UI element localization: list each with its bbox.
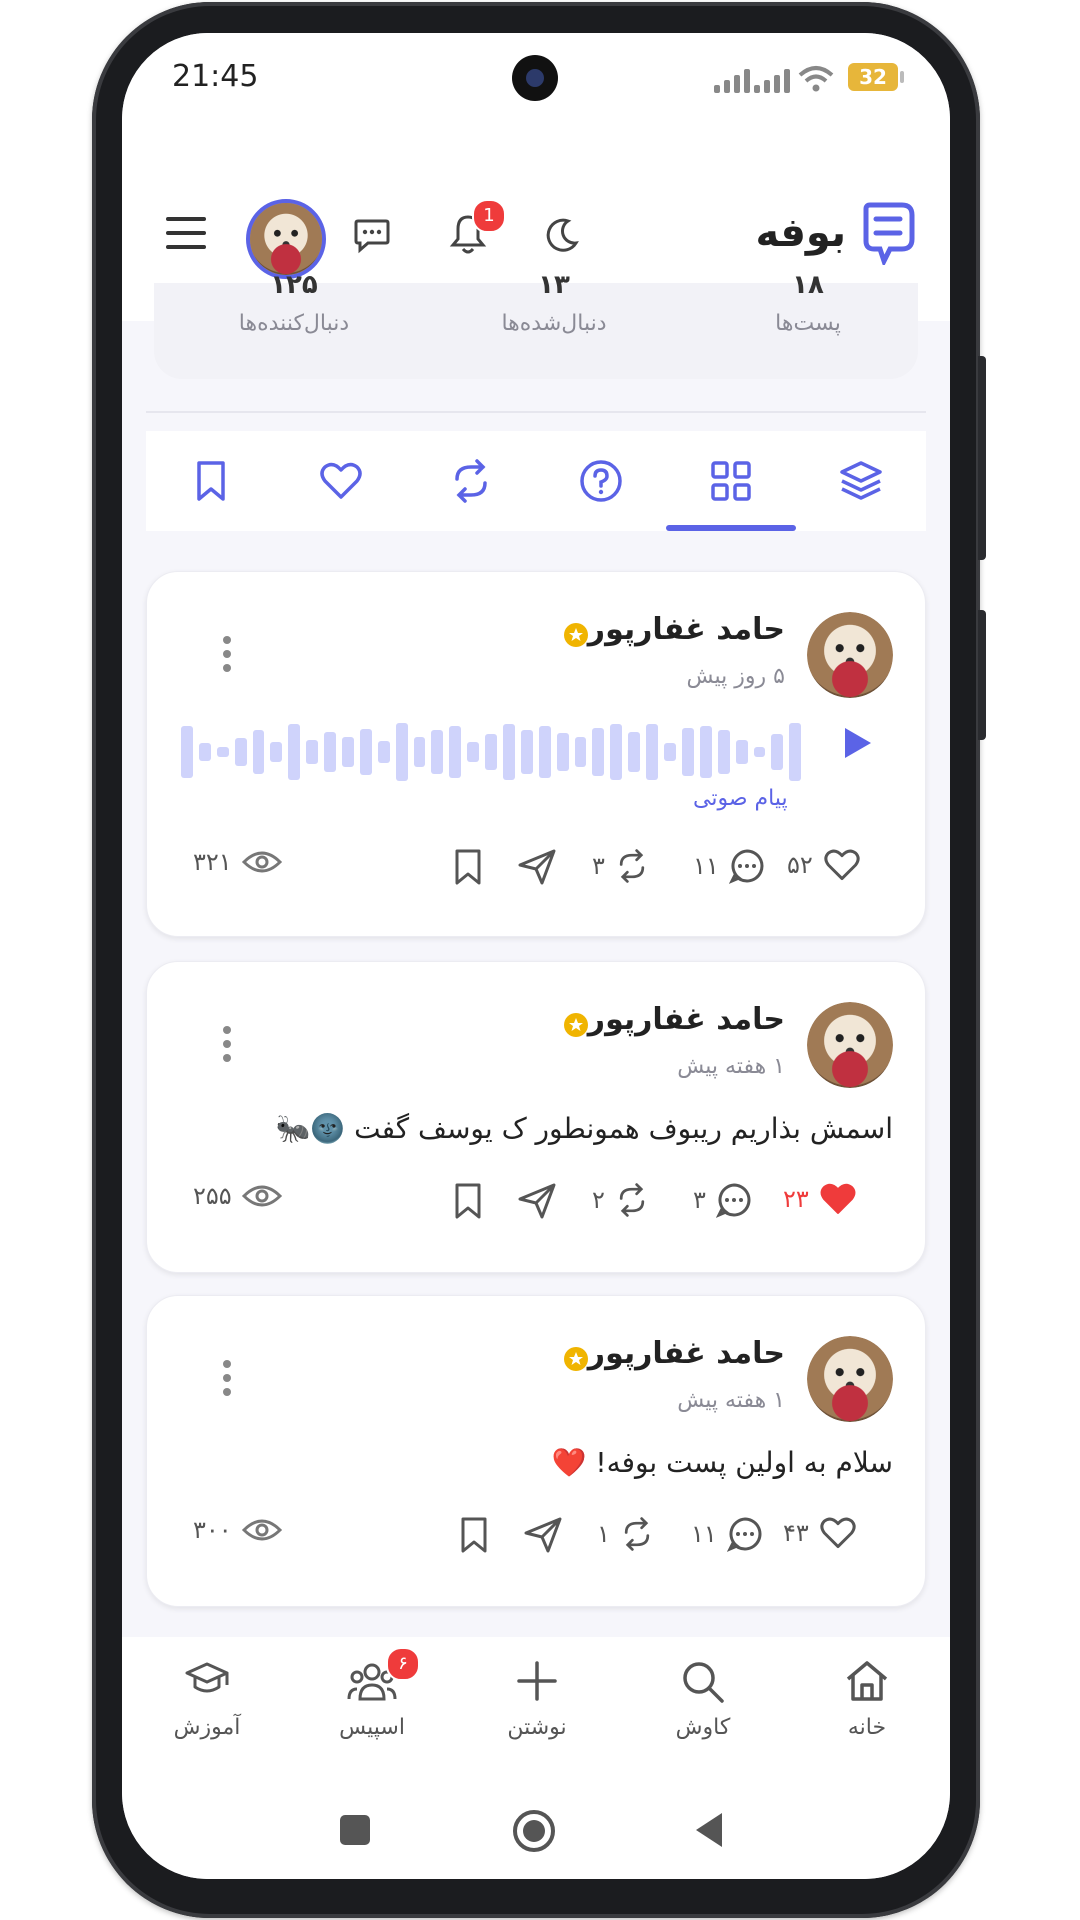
heart-filled-icon [820, 1183, 856, 1214]
like-button[interactable]: ۵۲ [787, 848, 861, 882]
nav-write[interactable]: نوشتن [472, 1659, 602, 1740]
dark-mode-icon[interactable] [542, 215, 582, 259]
front-camera [512, 55, 558, 101]
share-button[interactable] [517, 1182, 557, 1220]
verified-badge-icon [564, 623, 588, 647]
post-time: ۱ هفته پیش [677, 1388, 785, 1413]
post-time: ۱ هفته پیش [677, 1054, 785, 1079]
like-button[interactable]: ۴۳ [783, 1516, 857, 1550]
author-name[interactable]: حامد غفارپور [588, 1002, 785, 1037]
brand[interactable]: بوفه [755, 201, 918, 265]
share-button[interactable] [523, 1516, 563, 1554]
bottom-navigation: آموزش اسپیس ۶ نوشتن کاوش خانه [122, 1637, 950, 1779]
verified-badge-icon [564, 1013, 588, 1037]
comment-button[interactable]: ۱۱ [691, 1516, 763, 1552]
repost-button[interactable]: ۳ [592, 848, 649, 884]
status-bar: 21:45 32 [122, 33, 950, 143]
layers-icon [840, 461, 882, 500]
views-count: ۳۰۰ [193, 1516, 282, 1544]
repost-icon [455, 459, 487, 503]
tab-reposts[interactable] [406, 431, 536, 531]
home-icon [846, 1661, 888, 1701]
plus-icon [517, 1661, 557, 1701]
audio-waveform[interactable] [181, 722, 802, 782]
profile-stats: ۱۸ پست‌ها ۱۳ دنبال‌شده‌ها ۱۲۵ دنبال‌کنند… [154, 275, 918, 379]
post-actions: ۳۲۱ ۳ ۱۱ ۵۲ [147, 848, 925, 898]
nav-education[interactable]: آموزش [142, 1659, 272, 1740]
graduation-cap-icon [185, 1662, 229, 1693]
heart-icon [320, 462, 362, 499]
eye-icon [241, 851, 282, 873]
comment-button[interactable]: ۱۱ [693, 848, 765, 884]
divider [146, 411, 926, 413]
more-options-icon[interactable] [223, 1026, 233, 1068]
system-navigation-bar [122, 1779, 950, 1879]
clock: 21:45 [172, 59, 259, 94]
signal-icon-2 [754, 69, 790, 93]
author-avatar[interactable] [807, 1002, 893, 1088]
tab-grid[interactable] [666, 431, 796, 531]
power-button [978, 356, 986, 560]
bookmark-icon [197, 461, 225, 501]
author-name[interactable]: حامد غفارپور [588, 612, 785, 647]
post-time: ۵ روز پیش [686, 664, 786, 689]
wifi-icon [798, 66, 834, 92]
profile-tabs [146, 431, 926, 531]
post-card[interactable]: حامد غفارپور ۱ هفته پیش اسمش بذاریم ریبو… [146, 961, 926, 1273]
post-actions: ۲۵۵ ۲ ۳ ۲۳ [147, 1182, 925, 1232]
post-text: سلام به اولین پست بوفه! ❤️ [551, 1446, 893, 1479]
author-avatar[interactable] [807, 1336, 893, 1422]
like-button[interactable]: ۲۳ [783, 1182, 857, 1216]
post-card[interactable]: حامد غفارپور ۱ هفته پیش سلام به اولین پس… [146, 1295, 926, 1607]
battery-indicator: 32 [848, 63, 904, 91]
brand-name: بوفه [755, 210, 846, 256]
tab-questions[interactable] [536, 431, 666, 531]
repost-button[interactable]: ۱ [597, 1516, 654, 1552]
bookmark-button[interactable] [453, 1182, 483, 1220]
home-button[interactable] [512, 1809, 556, 1853]
tab-bookmarks[interactable] [146, 431, 276, 531]
nav-explore[interactable]: کاوش [638, 1659, 768, 1740]
bookmark-button[interactable] [453, 848, 483, 886]
profile-avatar[interactable] [246, 199, 326, 279]
tab-layers[interactable] [796, 431, 926, 531]
active-tab-indicator [666, 525, 796, 531]
back-button[interactable] [694, 1811, 724, 1849]
more-options-icon[interactable] [223, 1360, 233, 1402]
signal-icon [714, 69, 750, 93]
post-actions: ۳۰۰ ۱ ۱۱ ۴۳ [147, 1516, 925, 1566]
author-avatar[interactable] [807, 612, 893, 698]
post-text: اسمش بذاریم ریبوف همونطور ک یوسف گفت 🌚🐜 [275, 1112, 893, 1145]
verified-badge-icon [564, 1347, 588, 1371]
recent-apps-button[interactable] [340, 1815, 370, 1845]
voice-message-label: پیام صوتی [693, 786, 788, 811]
grid-icon [711, 461, 751, 501]
views-count: ۲۵۵ [193, 1182, 282, 1210]
tab-likes[interactable] [276, 431, 406, 531]
comment-button[interactable]: ۳ [693, 1182, 752, 1218]
messages-icon[interactable] [352, 215, 392, 259]
space-badge: ۶ [386, 1647, 420, 1681]
views-count: ۳۲۱ [193, 848, 282, 876]
play-icon[interactable] [841, 724, 875, 762]
screen: 21:45 32 1 [122, 33, 950, 1879]
notification-badge: 1 [472, 199, 506, 233]
author-name[interactable]: حامد غفارپور [588, 1336, 785, 1371]
repost-button[interactable]: ۲ [592, 1182, 649, 1218]
menu-icon[interactable] [164, 215, 208, 255]
stat-following[interactable]: ۱۳ دنبال‌شده‌ها [444, 275, 664, 336]
share-button[interactable] [517, 848, 557, 886]
more-options-icon[interactable] [223, 636, 233, 678]
bookmark-button[interactable] [459, 1516, 489, 1554]
stat-followers[interactable]: ۱۲۵ دنبال‌کننده‌ها [184, 275, 404, 336]
question-icon [580, 460, 622, 502]
volume-button [978, 610, 986, 740]
nav-home[interactable]: خانه [802, 1659, 932, 1740]
post-card[interactable]: حامد غفارپور ۵ روز پیش پیام صوتی ۳۲۱ ۳ ۱… [146, 571, 926, 937]
stat-posts[interactable]: ۱۸ پست‌ها [698, 275, 918, 336]
search-icon [683, 1662, 724, 1703]
brand-logo-icon [863, 202, 915, 265]
